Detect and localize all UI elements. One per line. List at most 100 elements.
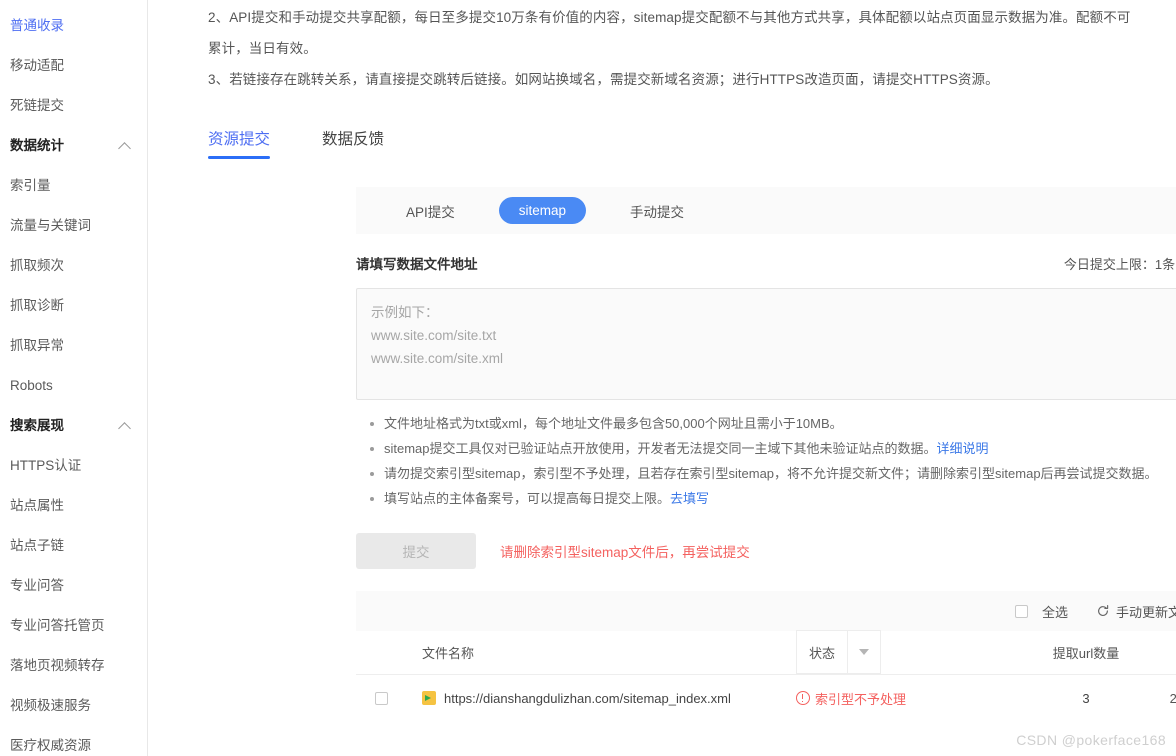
list-item: 填写站点的主体备案号，可以提高每日提交上限。去填写 [370,489,1176,509]
sidebar-item-label: HTTPS认证 [10,458,82,473]
list-item: 文件地址格式为txt或xml，每个地址文件最多包含50,000个网址且需小于10… [370,414,1176,434]
sidebar-item-zhuaquzhenduan[interactable]: 抓取诊断 [0,286,147,326]
detail-description-link[interactable]: 详细说明 [937,441,989,456]
status-filter[interactable]: 状态 [796,630,882,674]
sitemap-url-textarea[interactable]: 示例如下： www.site.com/site.txt www.site.com… [356,288,1176,400]
files-table: 文件名称 状态 提取url数量 最后抓取时间 https://dianshang… [356,630,1176,721]
sidebar-item-label: Robots [10,378,53,393]
sidebar-item-luodiyeshipinzhuancun[interactable]: 落地页视频转存 [0,646,147,686]
xml-file-icon [422,691,436,705]
sidebar-item-zhuaqupinci[interactable]: 抓取频次 [0,246,147,286]
bullet-text: 文件地址格式为txt或xml，每个地址文件最多包含50,000个网址且需小于10… [384,416,843,431]
sidebar-item-silianjiaotijiao[interactable]: 死链提交 [0,86,147,126]
sitemap-form: 请填写数据文件地址 今日提交上限：1条 今日提交余额：1条 示例如下： www.… [356,244,1176,400]
notice-block: 2、API提交和手动提交共享配额，每日至多提交10万条有价值的内容，sitema… [148,0,1176,95]
submit-error-message: 请删除索引型sitemap文件后，再尝试提交 [500,545,750,560]
list-item: 请勿提交索引型sitemap，索引型不予处理，且若存在索引型sitemap，将不… [370,464,1176,484]
chevron-up-icon [119,139,133,153]
notice-line-3: 3、若链接存在跳转关系，请直接提交跳转后链接。如网站换域名，需提交新域名资源；进… [208,72,999,87]
sidebar-item-zhuaquyichang[interactable]: 抓取异常 [0,326,147,366]
sidebar-item-label: 移动适配 [10,58,64,73]
sidebar-item-label: 专业问答 [10,578,64,593]
placeholder-line-3: www.site.com/site.xml [371,351,504,366]
submit-button[interactable]: 提交 [356,533,476,569]
sidebar-group-label: 数据统计 [10,138,64,153]
status-filter-dropdown[interactable] [848,631,880,673]
header-file-name: 文件名称 [422,646,475,661]
segment-label: sitemap [518,203,567,218]
select-all-button[interactable]: 全选 [1028,602,1082,621]
sidebar-item-label: 视频极速服务 [10,698,91,713]
quota-limit: 今日提交上限：1条 [1063,256,1176,272]
header-last-crawl-time: 最后抓取时间 [1156,643,1176,662]
form-header: 请填写数据文件地址 今日提交上限：1条 今日提交余额：1条 [356,244,1176,282]
sidebar-item-zhandianshuxing[interactable]: 站点属性 [0,486,147,526]
warning-icon [796,691,810,705]
submit-method-segmented-control: API提交 sitemap 手动提交 [356,187,1176,234]
sidebar-item-label: 医疗权威资源 [10,738,91,753]
help-bullet-list: 文件地址格式为txt或xml，每个地址文件最多包含50,000个网址且需小于10… [370,414,1176,509]
bullet-text: 请勿提交索引型sitemap，索引型不予处理，且若存在索引型sitemap，将不… [384,466,1158,481]
chevron-down-icon [859,649,870,655]
sidebar-item-label: 流量与关键词 [10,218,91,233]
segment-api-tijiao[interactable]: API提交 [396,195,465,227]
watermark: CSDN @pokerface168 [1016,732,1166,748]
sidebar-item-label: 抓取异常 [10,338,64,353]
segment-label: 手动提交 [630,204,685,220]
list-item: sitemap提交工具仅对已验证站点开放使用，开发者无法提交同一主域下其他未验证… [370,439,1176,459]
header-url-count: 提取url数量 [1052,646,1120,661]
tab-label: 数据反馈 [322,131,385,148]
segment-sitemap[interactable]: sitemap [498,197,587,224]
select-all-label: 全选 [1041,604,1068,620]
header-status: 状态 [796,630,1016,674]
sidebar-group-shujutongji[interactable]: 数据统计 [0,126,147,166]
sidebar: 普通收录 移动适配 死链提交 数据统计 索引量 流量与关键词 抓取频次 抓取诊断… [0,0,148,756]
tab-label: 资源提交 [208,131,271,148]
sidebar-item-liuliangyuguanjianci[interactable]: 流量与关键词 [0,206,147,246]
tab-shujufankui[interactable]: 数据反馈 [322,127,384,159]
quota-info: 今日提交上限：1条 今日提交余额：1条 [1050,254,1176,273]
notice-line-2: 2、API提交和手动提交共享配额，每日至多提交10万条有价值的内容，sitema… [208,10,1131,25]
sidebar-item-zhandianzilian[interactable]: 站点子链 [0,526,147,566]
placeholder-line-1: 示例如下： [371,305,439,320]
sidebar-item-label: 站点属性 [10,498,64,513]
cell-last-crawl-time: 2023-09-20 00:55:56 [1169,690,1176,706]
sidebar-item-https-renzheng[interactable]: HTTPS认证 [0,446,147,486]
table-toolbar: 全选 手动更新文件 删除 [356,591,1176,631]
chevron-up-icon [119,419,133,433]
sidebar-item-suoyinliang[interactable]: 索引量 [0,166,147,206]
manual-refresh-button[interactable]: 手动更新文件 [1082,602,1176,621]
segment-shoudong-tijiao[interactable]: 手动提交 [620,195,694,227]
go-fill-link[interactable]: 去填写 [670,491,709,506]
sidebar-item-label: 抓取诊断 [10,298,64,313]
main-tabs: 资源提交 数据反馈 [208,117,1176,159]
bullet-text: sitemap提交工具仅对已验证站点开放使用，开发者无法提交同一主域下其他未验证… [384,441,937,456]
form-label: 请填写数据文件地址 [356,257,478,272]
select-all-checkbox[interactable] [1014,604,1028,618]
sidebar-item-label: 站点子链 [10,538,64,553]
sidebar-item-putongshoulu[interactable]: 普通收录 [0,6,147,46]
manual-refresh-label: 手动更新文件 [1115,604,1176,620]
sidebar-item-zhuanyewendatuoguanye[interactable]: 专业问答托管页 [0,606,147,646]
row-checkbox[interactable] [374,691,388,705]
cell-url-count: 3 [1082,690,1090,706]
sidebar-group-sousuozhanxian[interactable]: 搜索展现 [0,406,147,446]
tab-ziyuantijiao[interactable]: 资源提交 [208,127,271,159]
sidebar-item-label: 死链提交 [10,98,64,113]
sidebar-item-yiliaoquanweiziyuan[interactable]: 医疗权威资源 [0,726,147,756]
file-name-link[interactable]: https://dianshangdulizhan.com/sitemap_in… [444,691,731,706]
sidebar-item-label: 抓取频次 [10,258,64,273]
placeholder-line-2: www.site.com/site.txt [371,328,497,343]
submit-row: 提交 请删除索引型sitemap文件后，再尝试提交 [356,533,1176,569]
sidebar-item-label: 落地页视频转存 [10,658,105,673]
sidebar-group-label: 搜索展现 [10,418,64,433]
sidebar-item-robots[interactable]: Robots [0,366,147,406]
sidebar-item-zhuanyewenda[interactable]: 专业问答 [0,566,147,606]
app-root: 普通收录 移动适配 死链提交 数据统计 索引量 流量与关键词 抓取频次 抓取诊断… [0,0,1176,756]
table-header-row: 文件名称 状态 提取url数量 最后抓取时间 [356,630,1176,675]
table-row[interactable]: https://dianshangdulizhan.com/sitemap_in… [356,675,1176,721]
sidebar-item-label: 索引量 [10,178,51,193]
sidebar-item-yidongshipei[interactable]: 移动适配 [0,46,147,86]
sidebar-item-shipinjisufuwu[interactable]: 视频极速服务 [0,686,147,726]
row-checkbox-cell [356,691,406,705]
